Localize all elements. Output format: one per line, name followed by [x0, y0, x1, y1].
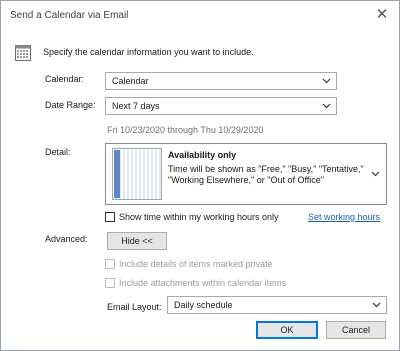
calendar-select[interactable]: Calendar	[105, 72, 337, 90]
private-items-checkbox[interactable]	[105, 259, 115, 269]
detail-preview-image	[112, 148, 162, 200]
email-layout-select-value: Daily schedule	[174, 300, 233, 310]
cancel-button[interactable]: Cancel	[326, 321, 386, 339]
email-layout-label: Email Layout:	[107, 302, 162, 312]
dialog-window: Send a Calendar via Email ✕ Specify the …	[0, 0, 400, 351]
date-range-text: Fri 10/23/2020 through Thu 10/29/2020	[107, 125, 264, 135]
detail-description: Time will be shown as "Free," "Busy," "T…	[168, 164, 364, 185]
attachments-label: Include attachments within calendar item…	[119, 278, 287, 288]
advanced-label: Advanced:	[45, 234, 88, 244]
private-items-label: Include details of items marked private	[119, 259, 273, 269]
detail-select[interactable]: Availability only Time will be shown as …	[105, 143, 387, 205]
chevron-down-icon	[322, 78, 331, 84]
date-range-select-value: Next 7 days	[112, 101, 160, 111]
date-range-select[interactable]: Next 7 days	[105, 97, 337, 115]
hide-advanced-button[interactable]: Hide <<	[107, 232, 167, 250]
calendar-label: Calendar:	[45, 74, 85, 84]
title-bar[interactable]: Send a Calendar via Email ✕	[1, 1, 399, 31]
set-working-hours-link[interactable]: Set working hours	[308, 212, 380, 222]
calendar-icon	[15, 45, 31, 61]
chevron-down-icon	[372, 302, 381, 308]
intro-text: Specify the calendar information you wan…	[43, 47, 254, 57]
detail-label: Detail:	[45, 147, 71, 157]
working-hours-checkbox[interactable]	[105, 212, 115, 222]
email-layout-select[interactable]: Daily schedule	[167, 296, 387, 314]
dialog-title: Send a Calendar via Email	[10, 10, 129, 21]
close-icon[interactable]: ✕	[373, 6, 391, 24]
date-range-label: Date Range:	[45, 100, 96, 110]
ok-button[interactable]: OK	[256, 321, 318, 339]
chevron-down-icon	[371, 171, 380, 177]
calendar-select-value: Calendar	[112, 76, 149, 86]
attachments-checkbox[interactable]	[105, 278, 115, 288]
chevron-down-icon	[322, 103, 331, 109]
working-hours-label[interactable]: Show time within my working hours only	[119, 212, 279, 222]
detail-title: Availability only	[168, 150, 237, 160]
